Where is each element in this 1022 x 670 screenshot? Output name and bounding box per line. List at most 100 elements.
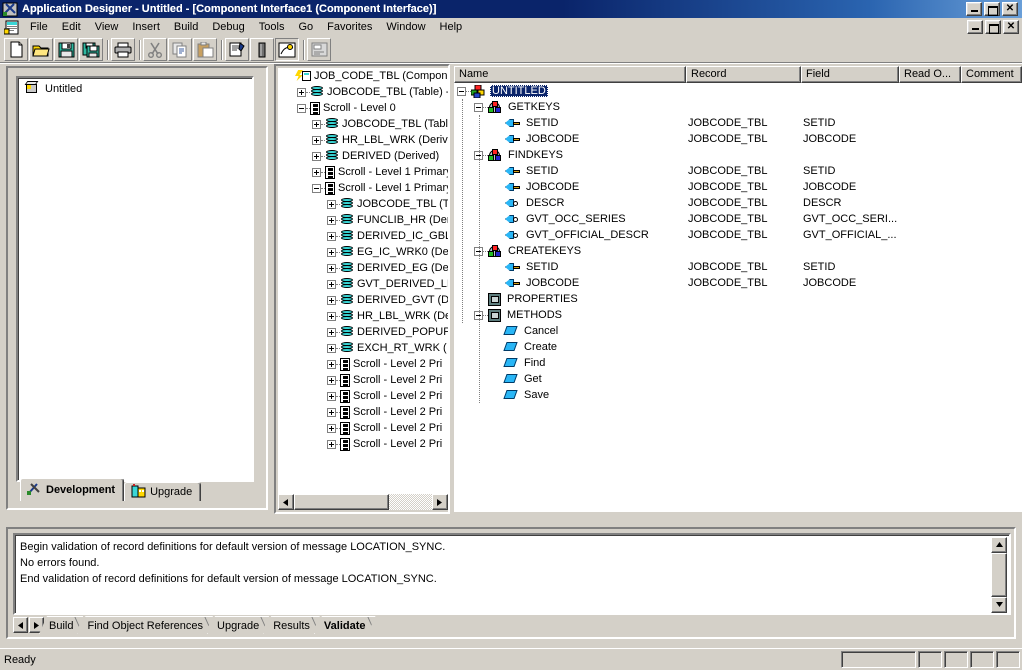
view-pagefield-order-icon[interactable] — [275, 38, 299, 61]
ci-column-header-field[interactable]: Field — [801, 66, 899, 83]
view-definition-icon[interactable] — [250, 38, 274, 61]
component-tree-item[interactable]: DERIVED_EG (De — [278, 260, 448, 276]
output-vscroll-thumb[interactable] — [991, 553, 1007, 597]
expand-button[interactable] — [327, 376, 336, 385]
expand-button[interactable] — [327, 232, 336, 241]
scroll-left-arrow[interactable] — [278, 494, 294, 510]
ci-tree-rows[interactable]: UNTITLEDGETKEYSSETIDJOBCODE_TBLSETIDJOBC… — [454, 83, 1022, 403]
component-tree-item[interactable]: DERIVED (Derived) — [278, 148, 448, 164]
ci-tree-row[interactable]: SETIDJOBCODE_TBLSETID — [454, 163, 1022, 179]
ci-column-header-read-o[interactable]: Read O... — [899, 66, 961, 83]
component-tree-item[interactable]: DERIVED_GVT (D — [278, 292, 448, 308]
expand-button[interactable] — [327, 328, 336, 337]
restore-button-mdi[interactable] — [985, 20, 1001, 34]
component-tree-item[interactable]: JOB_CODE_TBL (Component) — [278, 68, 448, 84]
minimize-button-mdi[interactable] — [967, 20, 983, 34]
menu-tools[interactable]: Tools — [252, 19, 292, 35]
expand-button[interactable] — [327, 200, 336, 209]
output-scroll-up-arrow[interactable] — [991, 537, 1007, 553]
tab-upgrade[interactable]: Upgrade — [124, 482, 201, 501]
ci-listview[interactable]: NameRecordFieldRead O...Comment UNTITLED… — [454, 66, 1022, 512]
hscroll-thumb[interactable] — [294, 494, 389, 510]
open-icon[interactable] — [29, 38, 53, 61]
ci-tree-row[interactable]: GETKEYS — [454, 99, 1022, 115]
menu-favorites[interactable]: Favorites — [320, 19, 379, 35]
ci-tree-row[interactable]: JOBCODEJOBCODE_TBLJOBCODE — [454, 179, 1022, 195]
expand-button[interactable] — [327, 312, 336, 321]
ci-tree-row[interactable]: Create — [454, 339, 1022, 355]
menu-go[interactable]: Go — [291, 19, 320, 35]
menu-build[interactable]: Build — [167, 19, 205, 35]
maximize-button-outer[interactable] — [984, 2, 1000, 16]
component-tree-item[interactable]: GVT_DERIVED_LI — [278, 276, 448, 292]
project-root-item[interactable]: Untitled — [18, 78, 252, 96]
collapse-button[interactable] — [474, 103, 483, 112]
hscroll-track[interactable] — [294, 494, 432, 510]
component-tree-item[interactable]: JOBCODE_TBL (Table — [278, 116, 448, 132]
paste-icon[interactable] — [193, 38, 217, 61]
menu-debug[interactable]: Debug — [205, 19, 251, 35]
ci-column-header-comment[interactable]: Comment — [961, 66, 1022, 83]
component-tree-item[interactable]: Scroll - Level 2 Pri — [278, 388, 448, 404]
component-tree-item[interactable]: JOBCODE_TBL (Table) - S — [278, 84, 448, 100]
menu-view[interactable]: View — [88, 19, 126, 35]
output-tab-build[interactable]: Build — [39, 616, 83, 634]
component-tree[interactable]: JOB_CODE_TBL (Component)JOBCODE_TBL (Tab… — [278, 68, 448, 496]
component-tree-item[interactable]: EXCH_RT_WRK ( — [278, 340, 448, 356]
component-tree-item[interactable]: Scroll - Level 2 Pri — [278, 420, 448, 436]
component-tree-item[interactable]: HR_LBL_WRK (De — [278, 308, 448, 324]
component-tree-item[interactable]: HR_LBL_WRK (Derive — [278, 132, 448, 148]
close-button-mdi[interactable]: ✕ — [1003, 20, 1019, 34]
minimize-button-outer[interactable] — [966, 2, 982, 16]
project-tree[interactable]: Untitled — [16, 76, 254, 482]
ci-column-header-name[interactable]: Name — [454, 66, 686, 83]
component-tree-item[interactable]: EG_IC_WRK0 (De — [278, 244, 448, 260]
menu-window[interactable]: Window — [379, 19, 432, 35]
ci-tree-row[interactable]: PROPERTIES — [454, 291, 1022, 307]
ci-tree-row[interactable]: JOBCODEJOBCODE_TBLJOBCODE — [454, 131, 1022, 147]
expand-button[interactable] — [327, 280, 336, 289]
menu-insert[interactable]: Insert — [125, 19, 167, 35]
output-text-area[interactable]: Begin validation of record definitions f… — [13, 533, 1011, 615]
expand-button[interactable] — [327, 408, 336, 417]
expand-button[interactable] — [327, 344, 336, 353]
ci-tree-row[interactable]: Get — [454, 371, 1022, 387]
expand-button[interactable] — [327, 440, 336, 449]
scroll-right-arrow[interactable] — [432, 494, 448, 510]
expand-button[interactable] — [327, 360, 336, 369]
component-tree-hscrollbar[interactable] — [278, 494, 448, 510]
ci-tree-row[interactable]: Cancel — [454, 323, 1022, 339]
expand-button[interactable] — [312, 120, 321, 129]
output-vscroll-track[interactable] — [991, 553, 1007, 597]
ci-tree-row[interactable]: UNTITLED — [454, 83, 1022, 99]
component-tree-item[interactable]: Scroll - Level 1 Primary — [278, 164, 448, 180]
expand-button[interactable] — [327, 392, 336, 401]
component-tree-item[interactable]: DERIVED_IC_GBL — [278, 228, 448, 244]
output-tabs-prev-button[interactable] — [13, 617, 28, 633]
component-tree-item[interactable]: Scroll - Level 2 Pri — [278, 404, 448, 420]
output-tab-validate[interactable]: Validate — [314, 616, 376, 634]
properties-icon[interactable] — [225, 38, 249, 61]
component-tree-item[interactable]: DERIVED_POPUP — [278, 324, 448, 340]
output-tab-results[interactable]: Results — [263, 616, 320, 634]
expand-button[interactable] — [297, 88, 306, 97]
ci-tree-row[interactable]: CREATEKEYS — [454, 243, 1022, 259]
expand-button[interactable] — [327, 248, 336, 257]
tab-development[interactable]: Development — [20, 478, 124, 501]
ci-tree-row[interactable]: METHODS — [454, 307, 1022, 323]
save-icon[interactable] — [54, 38, 78, 61]
ci-column-header-record[interactable]: Record — [686, 66, 801, 83]
collapse-button[interactable] — [457, 87, 466, 96]
ci-tree-row[interactable]: Find — [454, 355, 1022, 371]
new-icon[interactable] — [4, 38, 28, 61]
expand-button[interactable] — [312, 136, 321, 145]
component-tree-item[interactable]: Scroll - Level 2 Pri — [278, 372, 448, 388]
output-tab-find-object-references[interactable]: Find Object References — [77, 616, 213, 634]
ci-tree-row[interactable]: JOBCODEJOBCODE_TBLJOBCODE — [454, 275, 1022, 291]
component-tree-item[interactable]: Scroll - Level 2 Pri — [278, 356, 448, 372]
output-scroll-down-arrow[interactable] — [991, 597, 1007, 613]
expand-button[interactable] — [327, 296, 336, 305]
component-tree-item[interactable]: Scroll - Level 1 Primary — [278, 180, 448, 196]
validate-icon[interactable] — [307, 38, 331, 61]
collapse-button[interactable] — [297, 104, 306, 113]
